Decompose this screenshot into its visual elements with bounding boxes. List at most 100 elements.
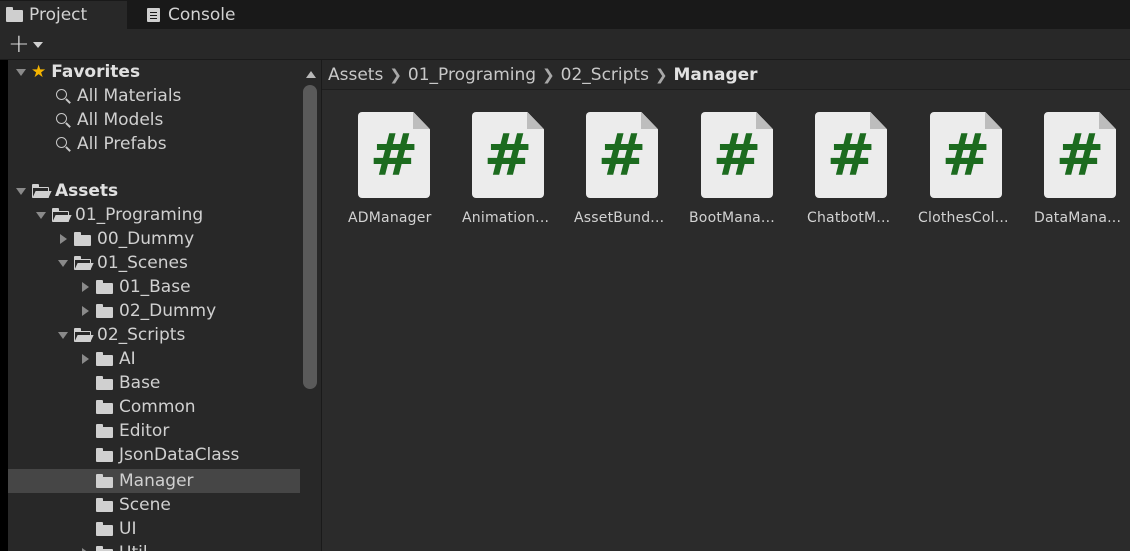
csharp-script-icon: # [930,112,1002,198]
csharp-script-icon: # [1044,112,1116,198]
search-icon [55,136,73,152]
csharp-script-icon: # [586,112,658,198]
tree-label: 02_Dummy [119,301,217,321]
chevron-right-icon: ❯ [654,65,668,84]
tree-favorite-item[interactable]: All Prefabs [55,132,300,156]
folder-open-icon [31,183,51,198]
folder-open-icon [73,327,93,342]
foldout-arrow-icon[interactable] [58,234,68,244]
console-icon [145,7,163,23]
tree-folder-base[interactable]: Base [80,371,300,395]
folder-icon [95,546,115,551]
tree-label: Base [119,373,161,393]
breadcrumb-item[interactable]: 01_Programing [408,65,536,85]
tree-label: 01_Base [119,277,191,297]
foldout-arrow-icon[interactable] [80,306,90,316]
tab-project[interactable]: Project [0,1,127,29]
csharp-script-icon: # [815,112,887,198]
folder-icon [73,232,93,246]
foldout-arrow-icon[interactable] [58,258,68,268]
tree-label: All Prefabs [77,134,167,154]
tree-label: Util [119,543,148,551]
tree-label: Common [119,397,196,417]
folder-icon [95,424,115,438]
scroll-up-icon[interactable] [306,71,316,78]
tree-folder-common[interactable]: Common [80,395,300,419]
tree-label: 02_Scripts [97,325,186,345]
foldout-arrow-icon[interactable] [80,354,90,364]
tree-label: JsonDataClass [119,445,240,465]
breadcrumb: Assets ❯ 01_Programing ❯ 02_Scripts ❯ Ma… [322,60,1130,90]
tree-label: All Materials [77,86,182,106]
tree-label: 01_Scenes [97,253,188,273]
folder-icon [95,522,115,536]
folder-icon [95,280,115,294]
foldout-arrow-icon[interactable] [16,67,26,77]
create-button[interactable]: + [8,29,56,59]
foldout-arrow-icon[interactable] [16,186,26,196]
breadcrumb-item[interactable]: 02_Scripts [561,65,649,85]
folder-icon [95,376,115,390]
tree-folder-01-scenes[interactable]: 01_Scenes [58,251,300,275]
tree-folder-00-dummy[interactable]: 00_Dummy [58,227,300,251]
folder-icon [95,498,115,512]
asset-item[interactable]: # Animation... [446,112,550,242]
breadcrumb-item-current[interactable]: Manager [674,65,758,85]
asset-item[interactable]: # DataMana... [1018,112,1122,242]
foldout-arrow-icon[interactable] [80,282,90,292]
folder-icon [95,474,115,488]
asset-label: DataMana... [1034,210,1122,226]
tree-folder-02-scripts[interactable]: 02_Scripts [58,323,300,347]
tree-folder-scene[interactable]: Scene [80,493,300,517]
tree-folder-02-dummy[interactable]: 02_Dummy [80,299,300,323]
asset-browser: Assets ❯ 01_Programing ❯ 02_Scripts ❯ Ma… [322,60,1130,551]
csharp-script-icon: # [701,112,773,198]
tree-scrollbar[interactable] [300,60,322,551]
tree-label: Assets [55,181,119,201]
folder-icon [95,400,115,414]
folder-icon [6,7,24,23]
tree-folder-ui[interactable]: UI [80,517,300,541]
tree-label: 00_Dummy [97,229,195,249]
asset-item[interactable]: # ChatbotM... [789,112,893,242]
tree-folder-01-programing[interactable]: 01_Programing [36,203,300,227]
tree-folder-01-base[interactable]: 01_Base [80,275,300,299]
asset-item[interactable]: # AssetBund... [560,112,664,242]
tree-folder-ai[interactable]: AI [80,347,300,371]
search-icon [55,112,73,128]
tree-folder-util[interactable]: Util [80,541,300,551]
star-icon: ★ [31,62,47,82]
breadcrumb-item[interactable]: Assets [328,65,383,85]
tree-assets[interactable]: Assets [16,179,300,203]
tree-favorites[interactable]: ★ Favorites [16,60,300,84]
folder-open-icon [73,255,93,270]
tree-label: AI [119,349,136,369]
tree-label: Manager [119,471,194,491]
folder-icon [95,352,115,366]
chevron-right-icon: ❯ [389,65,402,84]
folder-icon [95,304,115,318]
csharp-script-icon: # [472,112,544,198]
tree-label: Scene [119,495,171,515]
caret-down-icon [32,42,43,48]
tree-folder-manager[interactable]: Manager [8,469,300,493]
tab-project-label: Project [29,5,88,25]
scrollbar-thumb[interactable] [303,85,317,389]
tab-console[interactable]: Console [140,1,248,29]
tree-folder-jsondataclass[interactable]: JsonDataClass [80,443,300,467]
asset-item[interactable]: # BootMana... [675,112,779,242]
folder-icon [95,448,115,462]
tab-bar: Project Console [0,0,1130,29]
plus-icon: + [8,29,30,59]
toolbar: + [0,29,1130,60]
foldout-arrow-icon[interactable] [58,330,68,340]
tree-label: Editor [119,421,170,441]
tree-favorite-item[interactable]: All Models [55,108,300,132]
tree-folder-editor[interactable]: Editor [80,419,300,443]
folder-open-icon [51,207,71,222]
asset-item[interactable]: # ClothesCol... [904,112,1008,242]
tab-console-label: Console [168,5,236,25]
foldout-arrow-icon[interactable] [36,210,46,220]
tree-favorite-item[interactable]: All Materials [55,84,300,108]
asset-item[interactable]: # ADManager [332,112,436,242]
